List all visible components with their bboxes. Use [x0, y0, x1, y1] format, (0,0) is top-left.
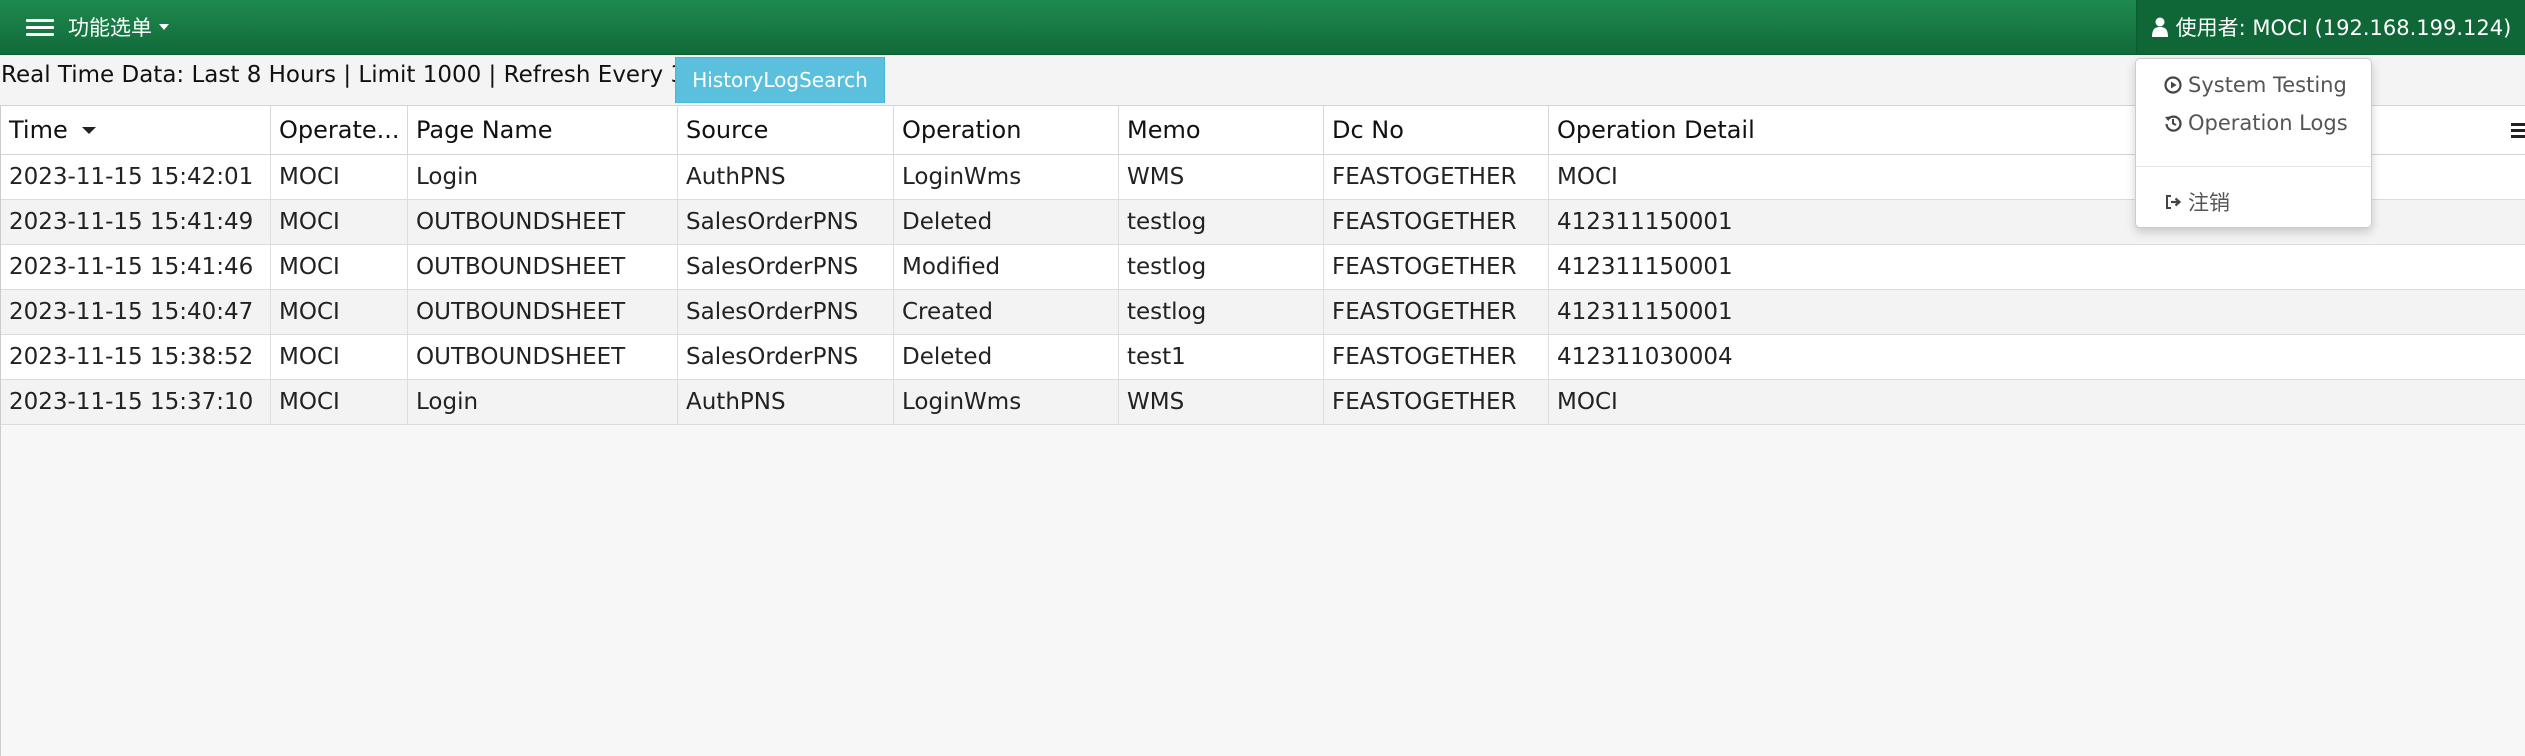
column-header-operator[interactable]: Operate...: [271, 106, 408, 154]
cell-page-name: OUTBOUNDSHEET: [408, 200, 678, 244]
user-icon: [2151, 17, 2168, 37]
cell-source: SalesOrderPNS: [678, 200, 894, 244]
cell-source: AuthPNS: [678, 380, 894, 424]
column-label: Page Name: [416, 116, 553, 144]
history-icon: [2165, 115, 2182, 132]
column-label: Time: [9, 116, 68, 144]
table-row[interactable]: 2023-11-15 15:41:46 MOCI OUTBOUNDSHEET Sale…: [1, 245, 2525, 290]
cell-operation: LoginWms: [894, 155, 1119, 199]
play-circle-icon: [2164, 76, 2182, 94]
column-header-memo[interactable]: Memo: [1119, 106, 1324, 154]
cell-page-name: OUTBOUNDSHEET: [408, 245, 678, 289]
column-header-source[interactable]: Source: [678, 106, 894, 154]
column-label: Source: [686, 116, 769, 144]
column-header-page-name[interactable]: Page Name: [408, 106, 678, 154]
cell-memo: testlog: [1119, 245, 1324, 289]
cell-dc-no: FEASTOGETHER: [1324, 335, 1549, 379]
hamburger-icon: [26, 16, 56, 38]
function-menu-label: 功能选单: [68, 16, 152, 40]
cell-memo: WMS: [1119, 380, 1324, 424]
menu-item-label: 注销: [2188, 191, 2230, 215]
cell-time: 2023-11-15 15:42:01: [1, 155, 271, 199]
user-dropdown-menu: System Testing Operation Logs 注销: [2135, 58, 2372, 228]
cell-time: 2023-11-15 15:41:46: [1, 245, 271, 289]
cell-memo: testlog: [1119, 200, 1324, 244]
cell-page-name: Login: [408, 380, 678, 424]
caret-down-icon: [159, 24, 169, 30]
cell-operation-detail: 412311030004: [1557, 344, 1733, 370]
column-label: Dc No: [1332, 116, 1404, 144]
history-log-search-button[interactable]: HistoryLogSearch: [675, 57, 885, 103]
cell-time: 2023-11-15 15:37:10: [1, 380, 271, 424]
cell-operator: MOCI: [271, 200, 408, 244]
grid-menu-icon[interactable]: [2509, 119, 2525, 141]
cell-time: 2023-11-15 15:41:49: [1, 200, 271, 244]
cell-source: AuthPNS: [678, 155, 894, 199]
column-header-time[interactable]: Time: [1, 106, 271, 154]
column-header-dc-no[interactable]: Dc No: [1324, 106, 1549, 154]
menu-divider: [2136, 166, 2371, 167]
cell-dc-no: FEASTOGETHER: [1324, 290, 1549, 334]
column-label: Operate...: [279, 116, 400, 144]
cell-dc-no: FEASTOGETHER: [1324, 380, 1549, 424]
cell-time: 2023-11-15 15:38:52: [1, 335, 271, 379]
cell-operation-detail: 412311150001: [1557, 299, 1733, 325]
cell-source: SalesOrderPNS: [678, 290, 894, 334]
cell-source: SalesOrderPNS: [678, 335, 894, 379]
cell-dc-no: FEASTOGETHER: [1324, 245, 1549, 289]
top-navbar: 功能选单 使用者: MOCI (192.168.199.124): [0, 0, 2525, 55]
cell-operation-detail: 412311150001: [1557, 254, 1733, 280]
realtime-info-text: Real Time Data: Last 8 Hours | Limit 100…: [1, 62, 712, 88]
cell-operation: Deleted: [894, 335, 1119, 379]
column-header-operation[interactable]: Operation: [894, 106, 1119, 154]
cell-operator: MOCI: [271, 380, 408, 424]
user-menu-button[interactable]: 使用者: MOCI (192.168.199.124): [2136, 0, 2525, 54]
cell-page-name: OUTBOUNDSHEET: [408, 335, 678, 379]
menu-item-operation-logs[interactable]: Operation Logs: [2164, 111, 2348, 135]
cell-operation: Modified: [894, 245, 1119, 289]
cell-time: 2023-11-15 15:40:47: [1, 290, 271, 334]
table-row[interactable]: 2023-11-15 15:38:52 MOCI OUTBOUNDSHEET Sale…: [1, 335, 2525, 380]
column-label: Operation: [902, 116, 1022, 144]
cell-operator: MOCI: [271, 335, 408, 379]
cell-source: SalesOrderPNS: [678, 245, 894, 289]
column-label: Operation Detail: [1557, 116, 1755, 144]
cell-operation: Deleted: [894, 200, 1119, 244]
column-label: Memo: [1127, 116, 1201, 144]
cell-page-name: Login: [408, 155, 678, 199]
cell-operation: LoginWms: [894, 380, 1119, 424]
cell-operation-detail: MOCI: [1557, 389, 1618, 415]
cell-memo: WMS: [1119, 155, 1324, 199]
table-row[interactable]: 2023-11-15 15:37:10 MOCI Login AuthPNS Login…: [1, 380, 2525, 425]
cell-memo: test1: [1119, 335, 1324, 379]
sort-desc-icon: [81, 126, 96, 134]
function-menu-toggle[interactable]: 功能选单: [26, 0, 169, 54]
menu-item-logout[interactable]: 注销: [2164, 187, 2230, 217]
cell-operator: MOCI: [271, 155, 408, 199]
cell-page-name: OUTBOUNDSHEET: [408, 290, 678, 334]
cell-dc-no: FEASTOGETHER: [1324, 200, 1549, 244]
cell-operator: MOCI: [271, 245, 408, 289]
menu-item-system-testing[interactable]: System Testing: [2164, 73, 2347, 97]
cell-memo: testlog: [1119, 290, 1324, 334]
table-row[interactable]: 2023-11-15 15:40:47 MOCI OUTBOUNDSHEET Sale…: [1, 290, 2525, 335]
sign-out-icon: [2166, 195, 2182, 209]
cell-operation: Created: [894, 290, 1119, 334]
menu-item-label: Operation Logs: [2188, 111, 2348, 135]
user-label: 使用者: MOCI (192.168.199.124): [2175, 16, 2512, 40]
cell-dc-no: FEASTOGETHER: [1324, 155, 1549, 199]
menu-item-label: System Testing: [2188, 73, 2347, 97]
cell-operator: MOCI: [271, 290, 408, 334]
